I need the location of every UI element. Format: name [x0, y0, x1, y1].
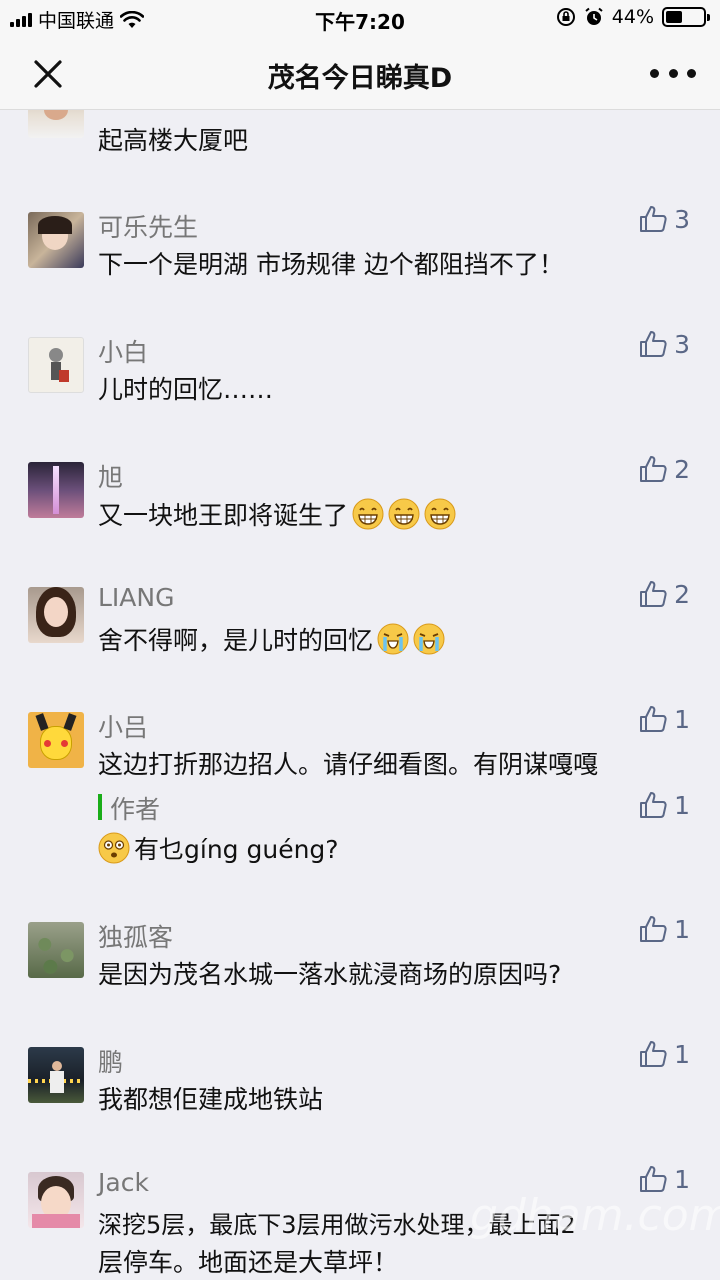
thumbs-up-icon — [640, 581, 667, 607]
comment-author[interactable]: 独孤客 — [98, 918, 173, 954]
more-button[interactable] — [650, 60, 696, 86]
comment-text: 儿时的回忆…… — [98, 375, 274, 404]
like-button[interactable]: 1 — [638, 704, 690, 734]
battery-icon — [662, 7, 710, 27]
comment-author[interactable]: 可乐先生 — [98, 208, 198, 244]
thumbs-up-icon — [640, 456, 667, 482]
alarm-icon — [585, 7, 603, 25]
author-reply-text: 有乜gíng guéng? — [98, 832, 339, 867]
like-count: 1 — [674, 914, 690, 944]
like-count: 2 — [674, 579, 690, 609]
like-count: 1 — [674, 790, 690, 820]
avatar[interactable] — [28, 712, 84, 768]
like-count: 3 — [674, 204, 690, 234]
comment-text: 是因为茂名水城一落水就浸商场的原因吗? — [98, 960, 562, 989]
grin-emoji — [388, 498, 420, 530]
comment-author[interactable]: Jack — [98, 1168, 149, 1197]
more-dot — [668, 68, 678, 78]
comment-text: 起高楼大厦吧 — [98, 126, 249, 155]
comment-author[interactable]: LIANG — [98, 583, 174, 612]
avatar[interactable] — [28, 922, 84, 978]
like-button[interactable]: 3 — [638, 329, 690, 359]
status-right: 44% — [556, 6, 710, 28]
avatar[interactable] — [28, 462, 84, 518]
author-reply-indicator — [98, 794, 102, 820]
comment-text-content: 舍不得啊，是儿时的回忆 — [98, 626, 374, 655]
battery-percent: 44% — [611, 6, 654, 28]
crying-emoji — [377, 623, 409, 655]
comment-text: 这边打折那边招人。请仔细看图。有阴谋嘎嘎 — [98, 750, 599, 779]
dizzy-emoji — [98, 832, 130, 864]
like-button[interactable]: 2 — [638, 579, 690, 609]
nav-bar: 茂名今日睇真D — [0, 36, 720, 110]
avatar[interactable] — [28, 587, 84, 643]
like-button[interactable]: 1 — [638, 914, 690, 944]
thumbs-up-icon — [640, 331, 667, 357]
avatar[interactable] — [28, 1172, 84, 1228]
battery-fill — [666, 11, 682, 23]
grin-emoji — [352, 498, 384, 530]
crying-emoji — [413, 623, 445, 655]
grin-emoji — [424, 498, 456, 530]
orientation-lock-icon — [556, 8, 575, 26]
watermark: gdham.com — [470, 1190, 720, 1241]
author-reply-label: 作者 — [110, 795, 161, 824]
status-bar: 中国联通 下午7:20 44% — [0, 0, 720, 36]
comment-text: 又一块地王即将诞生了 — [98, 498, 456, 533]
comment-author[interactable]: 鹏 — [98, 1043, 123, 1079]
comment-text: 舍不得啊，是儿时的回忆 — [98, 623, 445, 658]
avatar[interactable] — [28, 337, 84, 393]
like-count: 1 — [674, 704, 690, 734]
comment-text-line2: 层停车。地面还是大草坪！ — [98, 1248, 399, 1277]
comment-author[interactable]: 旭 — [98, 458, 123, 494]
comment-text: 我都想佢建成地铁站 — [98, 1085, 324, 1114]
page-title: 茂名今日睇真D — [267, 63, 453, 94]
avatar[interactable] — [28, 110, 84, 138]
avatar[interactable] — [28, 212, 84, 268]
thumbs-up-icon — [640, 206, 667, 232]
comment-list[interactable]: 起高楼大厦吧 可乐先生 3 下一个是明湖 市场规律 边个都阻挡不了！ 小白 3 … — [0, 110, 720, 1280]
thumbs-up-icon — [640, 1041, 667, 1067]
avatar[interactable] — [28, 1047, 84, 1103]
thumbs-up-icon — [640, 792, 667, 818]
like-button[interactable]: 1 — [638, 790, 690, 820]
like-button[interactable]: 1 — [638, 1039, 690, 1069]
comment-text-content: 又一块地王即将诞生了 — [98, 501, 349, 530]
author-reply-content: 有乜gíng guéng? — [134, 835, 339, 864]
more-dot — [687, 68, 696, 78]
like-button[interactable]: 3 — [638, 204, 690, 234]
thumbs-up-icon — [640, 706, 667, 732]
comment-author[interactable]: 小白 — [98, 333, 148, 369]
like-count: 1 — [674, 1039, 690, 1069]
like-count: 2 — [674, 454, 690, 484]
comment-text: 下一个是明湖 市场规律 边个都阻挡不了！ — [98, 250, 564, 279]
more-dot — [650, 68, 659, 78]
like-count: 3 — [674, 329, 690, 359]
comment-author[interactable]: 小吕 — [98, 708, 148, 744]
like-button[interactable]: 2 — [638, 454, 690, 484]
thumbs-up-icon — [640, 916, 667, 942]
